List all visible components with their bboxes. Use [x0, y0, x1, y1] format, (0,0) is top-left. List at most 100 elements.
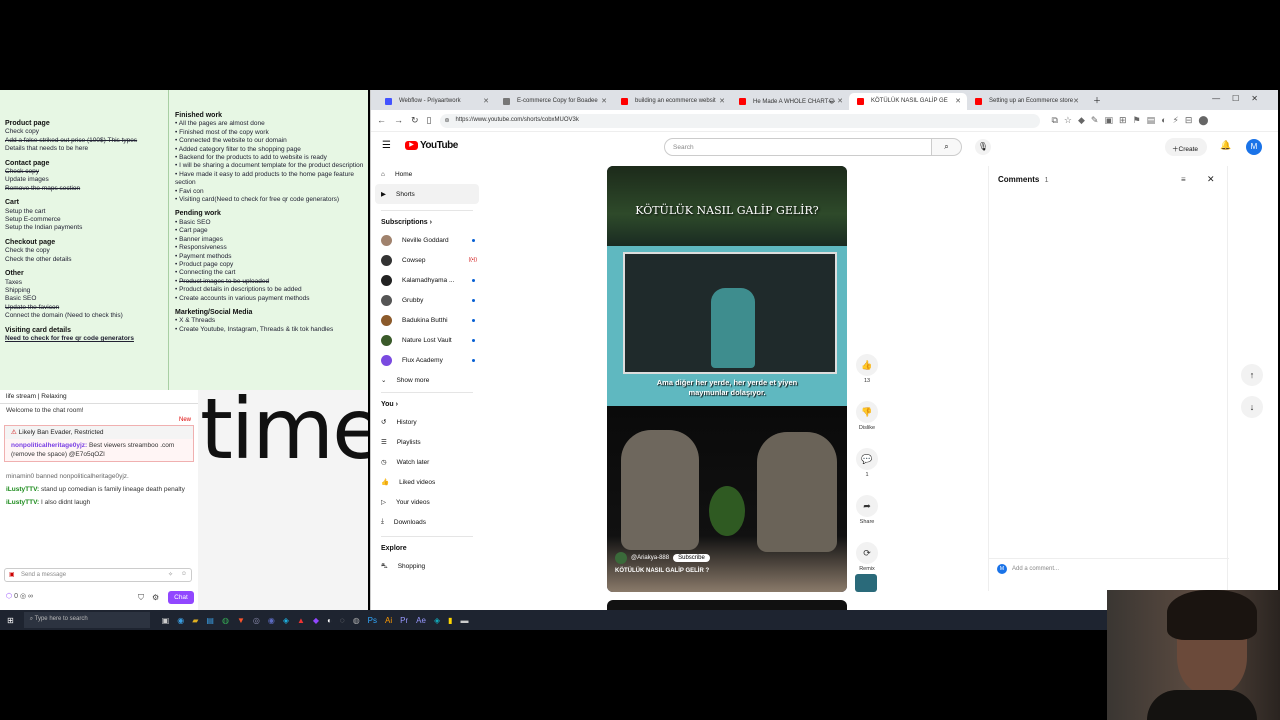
windows-start-icon[interactable]: ⊞	[7, 616, 14, 625]
add-comment-row[interactable]: M Add a comment...	[997, 564, 1059, 574]
subscribe-button[interactable]: Subscribe	[673, 554, 710, 562]
sort-icon[interactable]: ≡	[1181, 175, 1186, 184]
microphone-icon[interactable]: 🎙	[975, 139, 991, 155]
app-icon[interactable]: ◈	[283, 616, 289, 625]
create-button[interactable]: ＋Create	[1165, 138, 1207, 156]
photoshop-icon[interactable]: Ps	[368, 616, 377, 625]
bell-icon[interactable]: 🔔	[1220, 140, 1231, 151]
window-controls[interactable]: —☐✕	[1212, 94, 1270, 103]
remix-button[interactable]: ⟳ Remix	[855, 542, 879, 572]
app-icon[interactable]: ▲	[297, 616, 305, 625]
subscription-item[interactable]: Grubby	[371, 290, 483, 310]
thumbs-down-button[interactable]: 👎 Dislike	[855, 401, 879, 431]
shield-icon[interactable]: ⛉	[138, 593, 144, 603]
you-heading[interactable]: You ›	[371, 393, 483, 412]
sidebar-item-shorts[interactable]: ▶ Shorts	[375, 184, 479, 204]
sound-thumbnail[interactable]	[855, 574, 877, 592]
taskbar-search[interactable]: ⌕ Type here to search	[23, 612, 150, 628]
subscription-item[interactable]: Flux Academy	[371, 350, 483, 370]
forward-icon[interactable]: →	[394, 116, 403, 125]
next-video-arrow-icon[interactable]: ↓	[1241, 396, 1263, 418]
tab-close-icon[interactable]: ✕	[719, 97, 725, 105]
notes-bullet: • Finished most of the copy work	[175, 128, 269, 136]
sticky-notes-icon[interactable]: ▮	[448, 616, 452, 625]
emote-icon[interactable]: ✧	[168, 571, 173, 578]
tab-favicon-icon	[621, 98, 628, 105]
discord-icon[interactable]: ◉	[268, 616, 275, 625]
url-field[interactable]: ⊜ https://www.youtube.com/shorts/cobxMUO…	[439, 113, 1040, 128]
browser-tab[interactable]: building an ecommerce websit ✕	[613, 93, 731, 110]
sidebar-icon[interactable]: ▯	[427, 116, 432, 125]
sidebar-item-shopping[interactable]: ⛍ Shopping	[371, 556, 483, 576]
streamer-shirt	[1147, 690, 1257, 720]
search-input[interactable]: Search	[664, 138, 932, 156]
close-icon[interactable]: ✕	[1207, 174, 1215, 185]
browser-tab[interactable]: He Made A WHOLE CHART😂 ✕	[731, 93, 849, 110]
tab-close-icon[interactable]: ✕	[955, 97, 961, 105]
previous-video-arrow-icon[interactable]: ↑	[1241, 364, 1263, 386]
subscription-item[interactable]: Badukina Butthi	[371, 310, 483, 330]
subscription-item[interactable]: Neville Goddard	[371, 230, 483, 250]
avatar[interactable]: M	[1246, 139, 1262, 155]
browser-tab[interactable]: Webflow - Priyaartwork ✕	[377, 93, 495, 110]
tab-close-icon[interactable]: ✕	[837, 97, 843, 105]
thumbs-up-button[interactable]: 👍 13	[855, 354, 879, 384]
twitch-icon[interactable]: ◆	[313, 616, 319, 625]
sidebar-item-downloads[interactable]: ⤓ Downloads	[371, 512, 483, 532]
browser-tab[interactable]: E-commerce Copy for Boadee ✕	[495, 93, 613, 110]
reload-icon[interactable]: ↻	[411, 116, 419, 125]
sidebar-item-your-videos[interactable]: ▷ Your videos	[371, 492, 483, 512]
brave-icon[interactable]: ▼	[237, 616, 245, 625]
tab-close-icon[interactable]: ✕	[483, 97, 489, 105]
browser-tab[interactable]: Setting up an Ecommerce store ✕	[967, 93, 1085, 110]
video-title-overlay: KÖTÜLÜK NASIL GALİP GELİR?	[635, 204, 819, 217]
chat-input[interactable]: ▣ Send a message ✧ ☺	[4, 568, 192, 582]
subscriptions-heading[interactable]: Subscriptions ›	[371, 211, 483, 230]
gear-icon[interactable]: ⚙	[152, 593, 159, 602]
channel-avatar[interactable]	[615, 552, 627, 564]
browser-tab[interactable]: KÖTÜLÜK NASIL GALİP GE ✕	[849, 93, 967, 110]
store-icon[interactable]: ▤	[206, 616, 214, 625]
extensions-icons[interactable]: ⧉☆◆✎▣⊞⚑▤◐⚡⊟⬤	[1052, 116, 1215, 125]
youtube-sidebar: ⌂ Home ▶ Shorts Subscriptions › Neville Godda…	[371, 164, 483, 576]
steam-icon[interactable]: ◐	[327, 616, 332, 625]
new-tab-icon[interactable]: ＋	[1085, 95, 1101, 110]
app-icon[interactable]: ◍	[353, 616, 360, 625]
tab-close-icon[interactable]: ✕	[1073, 97, 1079, 105]
sidebar-item-home[interactable]: ⌂ Home	[371, 164, 483, 184]
comment-button[interactable]: 💬 1	[855, 448, 879, 478]
channel-name[interactable]: @Ariakya-888	[631, 555, 669, 561]
notes-item: Update images	[5, 176, 49, 184]
app-icon[interactable]: ◈	[434, 616, 440, 625]
file-explorer-icon[interactable]: ▰	[192, 616, 198, 625]
show-more-button[interactable]: ⌄ Show more	[371, 370, 483, 390]
notes-heading: Cart	[5, 199, 20, 207]
chrome-icon[interactable]: ◍	[222, 616, 229, 625]
chat-send-button[interactable]: Chat	[168, 591, 194, 604]
task-view-icon[interactable]: ▣	[162, 616, 170, 625]
back-icon[interactable]: ←	[377, 116, 386, 125]
app-icon[interactable]: ◌	[340, 616, 345, 625]
premiere-icon[interactable]: Pr	[400, 616, 408, 625]
app-icon[interactable]: ▬	[461, 616, 469, 625]
subscription-item[interactable]: Nature Lost Vault	[371, 330, 483, 350]
channel-points[interactable]: ⬡ 0 ◎ ∞	[6, 592, 33, 600]
shorts-video-player[interactable]: KÖTÜLÜK NASIL GALİP GELİR? Ama diğer her…	[607, 166, 847, 592]
sidebar-item-watch-later[interactable]: ◷ Watch later	[371, 452, 483, 472]
subscription-item[interactable]: Cowsep ((•))	[371, 250, 483, 270]
obs-icon[interactable]: ◎	[253, 616, 260, 625]
youtube-logo[interactable]: ▶ YouTube	[405, 140, 458, 151]
share-button[interactable]: ➦ Share	[855, 495, 879, 525]
sidebar-item-history[interactable]: ↺ History	[371, 412, 483, 432]
edge-icon[interactable]: ◉	[177, 616, 184, 625]
emoji-icon[interactable]: ☺	[181, 571, 187, 577]
sidebar-item-playlists[interactable]: ☰ Playlists	[371, 432, 483, 452]
sidebar-item-liked-videos[interactable]: 👍 Liked videos	[371, 472, 483, 492]
illustrator-icon[interactable]: Ai	[385, 616, 392, 625]
tab-close-icon[interactable]: ✕	[601, 97, 607, 105]
menu-icon[interactable]: ☰	[382, 140, 391, 151]
search-button[interactable]: ⌕	[932, 138, 962, 156]
subscription-item[interactable]: Kalamadhyama ...	[371, 270, 483, 290]
after-effects-icon[interactable]: Ae	[416, 616, 426, 625]
add-comment-input[interactable]: Add a comment...	[1012, 566, 1059, 572]
